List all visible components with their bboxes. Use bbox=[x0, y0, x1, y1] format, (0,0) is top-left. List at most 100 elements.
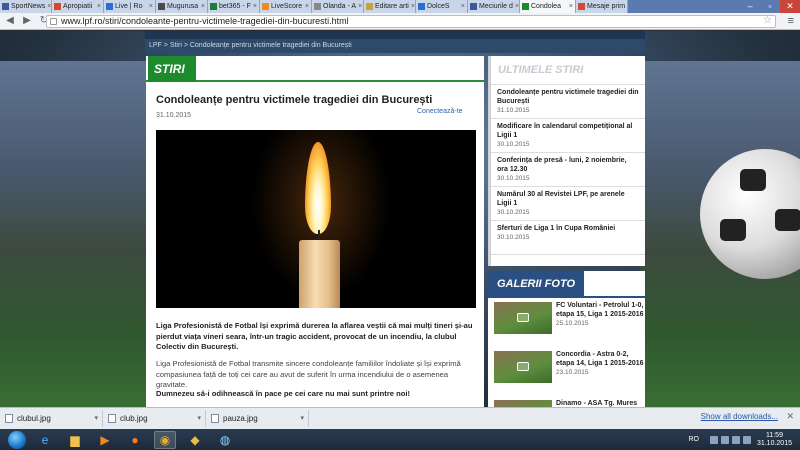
gallery-item-text[interactable]: Concordia - Astra 0-2, etapa 14, Liga 1 … bbox=[556, 351, 644, 378]
article-paragraph-1: Liga Profesionistă de Fotbal își exprimă… bbox=[156, 321, 473, 351]
address-bar[interactable]: www.lpf.ro/stiri/condoleante-pentru-vict… bbox=[46, 15, 776, 28]
security-shield-icon[interactable]: ◆ bbox=[184, 431, 206, 449]
photo-gallery-panel: GALERII FOTO FC Voluntari - Petrolul 1-0… bbox=[488, 271, 645, 407]
gallery-item[interactable]: FC Voluntari - Petrolul 1-0, etapa 15, L… bbox=[488, 302, 645, 347]
network-globe-icon[interactable]: ◍ bbox=[214, 431, 236, 449]
tab-strip: SportNews × Apropiatii × Live | Ro × Mugurusa ×… bbox=[0, 0, 800, 13]
file-icon bbox=[108, 414, 116, 423]
file-icon bbox=[5, 414, 13, 423]
news-title[interactable]: Conferința de presă - luni, 2 noiembrie,… bbox=[497, 156, 639, 174]
news-date: 30.10.2015 bbox=[497, 209, 530, 216]
close-window-button[interactable]: ✕ bbox=[780, 0, 800, 13]
network-icon[interactable] bbox=[731, 435, 740, 444]
browser-tab[interactable]: Mesaje prim× bbox=[576, 0, 628, 13]
news-item[interactable]: Modificare în calendarul competițional a… bbox=[491, 119, 645, 153]
tray-icon-2[interactable] bbox=[720, 435, 729, 444]
browser-tab[interactable]: DolceS × bbox=[416, 0, 468, 13]
maximize-button[interactable]: ▫ bbox=[760, 0, 780, 13]
download-item[interactable]: club.jpg ▾ bbox=[104, 410, 206, 427]
tab-favicon-icon bbox=[158, 3, 165, 10]
language-indicator[interactable]: RO bbox=[688, 436, 699, 443]
news-item[interactable]: Condoleanțe pentru victimele tragediei d… bbox=[491, 85, 645, 119]
close-tab-icon[interactable]: × bbox=[97, 0, 101, 13]
browser-tab[interactable]: SportNews × bbox=[0, 0, 52, 13]
browser-tab[interactable]: Live | Ro × bbox=[104, 0, 156, 13]
news-item[interactable]: Conferința de presă - luni, 2 noiembrie,… bbox=[491, 153, 645, 187]
close-download-bar-icon[interactable]: ✕ bbox=[786, 411, 794, 422]
news-item[interactable]: Numărul 30 al Revistei LPF, pe arenele L… bbox=[491, 187, 645, 221]
download-item[interactable]: clubul.jpg ▾ bbox=[1, 410, 103, 427]
volume-icon[interactable] bbox=[742, 435, 751, 444]
gallery-item[interactable]: Dinamo - ASA Tg. Mures 2-1, etapa 14, Li… bbox=[488, 400, 645, 407]
breadcrumb-text[interactable]: LPF > Stiri > Condoleanțe pentru victime… bbox=[149, 42, 352, 49]
gallery-item[interactable]: Concordia - Astra 0-2, etapa 14, Liga 1 … bbox=[488, 351, 645, 396]
close-tab-icon[interactable]: × bbox=[358, 0, 362, 13]
browser-tab[interactable]: bet365 - F × bbox=[208, 0, 260, 13]
browser-tab[interactable]: Apropiatii × bbox=[52, 0, 104, 13]
download-item[interactable]: pauza.jpg ▾ bbox=[207, 410, 309, 427]
close-tab-icon[interactable]: × bbox=[627, 0, 628, 13]
folder-icon[interactable]: ▆ bbox=[64, 431, 86, 449]
chevron-down-icon[interactable]: ▾ bbox=[94, 410, 98, 427]
gallery-title-text[interactable]: Dinamo - ASA Tg. Mures 2-1, etapa 14, Li… bbox=[556, 400, 644, 407]
browser-tab[interactable]: Condolea × bbox=[520, 0, 576, 13]
browser-tab[interactable]: Mugurusa × bbox=[156, 0, 208, 13]
news-title[interactable]: Condoleanțe pentru victimele tragediei d… bbox=[497, 88, 639, 106]
news-title[interactable]: Numărul 30 al Revistei LPF, pe arenele L… bbox=[497, 190, 639, 208]
close-tab-icon[interactable]: × bbox=[515, 0, 519, 13]
clock[interactable]: 11:59 31.10.2015 bbox=[757, 432, 792, 448]
firefox-icon[interactable]: ● bbox=[124, 431, 146, 449]
media-player-icon[interactable]: ▶ bbox=[94, 431, 116, 449]
page-icon bbox=[50, 18, 57, 25]
tab-favicon-icon bbox=[470, 3, 477, 10]
gallery-item-text[interactable]: FC Voluntari - Petrolul 1-0, etapa 15, L… bbox=[556, 302, 644, 329]
close-tab-icon[interactable]: × bbox=[47, 0, 51, 13]
tab-label: Live | Ro bbox=[115, 3, 143, 10]
gallery-thumbnail[interactable] bbox=[494, 302, 552, 334]
show-all-downloads-link[interactable]: Show all downloads... bbox=[701, 412, 778, 421]
gallery-date: 23.10.2015 bbox=[556, 369, 589, 376]
connect-link[interactable]: Conectează-te bbox=[417, 108, 463, 115]
chrome-icon[interactable]: ◉ bbox=[154, 430, 176, 449]
gallery-title-text[interactable]: FC Voluntari - Petrolul 1-0, etapa 15, L… bbox=[556, 302, 644, 319]
tray-icon-1[interactable] bbox=[709, 435, 718, 444]
close-tab-icon[interactable]: × bbox=[305, 0, 309, 13]
minimize-button[interactable]: – bbox=[740, 0, 760, 13]
bookmark-star-icon[interactable]: ☆ bbox=[763, 15, 772, 26]
close-tab-icon[interactable]: × bbox=[201, 0, 205, 13]
close-tab-icon[interactable]: × bbox=[461, 0, 465, 13]
tab-label: DolceS bbox=[427, 3, 450, 10]
close-tab-icon[interactable]: × bbox=[149, 0, 153, 13]
menu-icon[interactable]: ≡ bbox=[788, 15, 794, 27]
tab-favicon-icon bbox=[578, 3, 585, 10]
browser-tab[interactable]: Meciurile d × bbox=[468, 0, 520, 13]
gallery-item-text[interactable]: Dinamo - ASA Tg. Mures 2-1, etapa 14, Li… bbox=[556, 400, 644, 407]
section-label[interactable]: STIRI bbox=[148, 56, 196, 82]
gallery-thumbnail[interactable] bbox=[494, 351, 552, 383]
forward-icon[interactable]: ▶ bbox=[20, 14, 34, 28]
internet-explorer-icon[interactable]: e bbox=[34, 431, 56, 449]
start-button[interactable] bbox=[8, 430, 26, 449]
browser-tab[interactable]: Editare arti × bbox=[364, 0, 416, 13]
tab-favicon-icon bbox=[54, 3, 61, 10]
gallery-title[interactable]: GALERII FOTO bbox=[488, 271, 585, 298]
gallery-thumbnail[interactable] bbox=[494, 400, 552, 407]
close-tab-icon[interactable]: × bbox=[253, 0, 257, 13]
chevron-down-icon[interactable]: ▾ bbox=[197, 410, 201, 427]
news-title[interactable]: Sferturi de Liga 1 în Cupa României bbox=[497, 224, 639, 233]
browser-tab[interactable]: LiveScore × bbox=[260, 0, 312, 13]
news-item[interactable]: Sferturi de Liga 1 în Cupa României 30.10… bbox=[491, 221, 645, 255]
tab-favicon-icon bbox=[2, 3, 9, 10]
article-image-candle bbox=[156, 130, 476, 308]
tab-label: Mesaje prim bbox=[587, 3, 626, 10]
chevron-down-icon[interactable]: ▾ bbox=[300, 410, 304, 427]
browser-tab[interactable]: Olanda - A × bbox=[312, 0, 364, 13]
stadium-background-left bbox=[0, 61, 150, 407]
news-title[interactable]: Modificare în calendarul competițional a… bbox=[497, 122, 639, 140]
gallery-header: GALERII FOTO bbox=[488, 271, 645, 298]
close-tab-icon[interactable]: × bbox=[569, 0, 573, 13]
close-tab-icon[interactable]: × bbox=[411, 0, 415, 13]
gallery-title-text[interactable]: Concordia - Astra 0-2, etapa 14, Liga 1 … bbox=[556, 351, 644, 368]
back-icon[interactable]: ◀ bbox=[3, 14, 17, 28]
toolbar: ◀ ▶ ↻ www.lpf.ro/stiri/condoleante-pentr… bbox=[0, 13, 800, 30]
